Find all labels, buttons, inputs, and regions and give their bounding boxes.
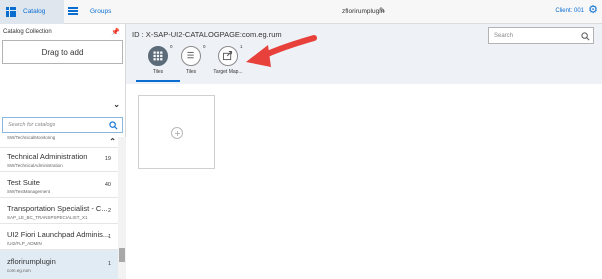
- client-label: Client: 001: [555, 8, 584, 14]
- tab-groups[interactable]: Groups: [64, 0, 126, 24]
- catalog-title: Test Suite: [7, 178, 40, 187]
- list-item[interactable]: Technical Administration SW/TechnicalAdm…: [0, 148, 118, 172]
- tab-catalog[interactable]: Catalog: [0, 0, 64, 24]
- catalog-collection-title: Catalog Collection: [3, 29, 52, 35]
- catalog-subtitle: SW/TestManagement: [7, 189, 51, 194]
- catalog-title: zflorirumplugin: [7, 257, 56, 266]
- tiles-content-area: [126, 84, 602, 279]
- search-input[interactable]: Search: [488, 27, 594, 44]
- catalog-count: 40: [104, 182, 111, 188]
- catalog-title: Transportation Specialist - C...: [7, 204, 108, 213]
- chevron-down-icon[interactable]: ⌄: [113, 100, 120, 109]
- pin-icon[interactable]: 📌: [111, 28, 120, 36]
- catalog-subtitle: SAP_LE_BC_TRANSPSPECIALIST_X1: [7, 215, 88, 220]
- list-item[interactable]: UI2 Fiori Launchpad Adminis... /UI2/FLP_…: [0, 224, 118, 250]
- catalog-title: Technical Administration: [7, 152, 88, 161]
- list-icon: [181, 46, 201, 66]
- catalog-header: ID : X-SAP-UI2-CATALOGPAGE:com.eg.rum Se…: [126, 24, 602, 84]
- target-mapping-icon: [218, 46, 238, 66]
- catalog-subtitle: /UI2/FLP_ADMIN: [7, 241, 42, 246]
- tab-groups-label: Groups: [90, 8, 112, 15]
- page-title: zflorirumplugin: [342, 8, 385, 15]
- catalog-count: 2: [107, 208, 111, 214]
- tab-label: Target Map...: [213, 69, 243, 75]
- search-icon[interactable]: [581, 32, 590, 41]
- catalog-subtitle: SW/TechnicalMonitoring: [7, 135, 56, 140]
- list-item[interactable]: SW/TechnicalMonitoring: [0, 134, 118, 148]
- catalog-search-placeholder: Search for catalogs: [8, 122, 56, 128]
- tiles-grid-icon: [148, 46, 168, 66]
- catalog-count: 1: [107, 261, 111, 267]
- search-placeholder: Search: [494, 33, 514, 39]
- drag-to-add-label: Drag to add: [41, 47, 84, 57]
- menu-icon: [68, 7, 78, 15]
- list-item-selected[interactable]: zflorirumplugin com.eg.rum 1: [0, 250, 118, 279]
- grid-icon: [6, 7, 16, 17]
- list-item[interactable]: Transportation Specialist - C... SAP_LE_…: [0, 198, 118, 224]
- scrollbar-thumb[interactable]: [119, 248, 125, 262]
- catalog-search-input[interactable]: Search for catalogs: [2, 117, 123, 133]
- catalog-id: ID : X-SAP-UI2-CATALOGPAGE:com.eg.rum: [132, 30, 282, 39]
- add-tile-button[interactable]: [138, 95, 215, 169]
- search-icon[interactable]: [109, 121, 118, 130]
- catalog-subtitle: SW/TechnicalAdministration: [7, 163, 63, 168]
- catalog-count: 1: [107, 234, 111, 240]
- plus-circle-icon: [171, 127, 183, 139]
- catalog-count: 19: [104, 156, 111, 162]
- catalog-list-scrollbar[interactable]: [118, 137, 126, 279]
- edit-pencil-icon[interactable]: ✎: [379, 6, 386, 15]
- list-item[interactable]: Test Suite SW/TestManagement 40: [0, 172, 118, 198]
- catalog-collection-header: Catalog Collection 📌: [0, 24, 126, 40]
- tab-target-mapping[interactable]: 1 Target Map...: [206, 44, 250, 82]
- catalog-sidebar: Catalog Groups Catalog Collection 📌 Drag…: [0, 0, 126, 279]
- target-mapping-count-badge: 1: [240, 44, 243, 49]
- drag-to-add-area[interactable]: Drag to add: [2, 40, 123, 64]
- tab-catalog-label: Catalog: [23, 8, 46, 15]
- header-bar: zflorirumplugin ✎ Client: 001 ⚙: [126, 0, 602, 24]
- chevron-up-icon[interactable]: ⌃: [109, 137, 116, 146]
- catalog-subtitle: com.eg.rum: [7, 268, 31, 273]
- gear-icon[interactable]: ⚙: [588, 5, 598, 16]
- catalog-title: UI2 Fiori Launchpad Adminis...: [7, 230, 110, 239]
- sidebar-tabs: Catalog Groups: [0, 0, 126, 24]
